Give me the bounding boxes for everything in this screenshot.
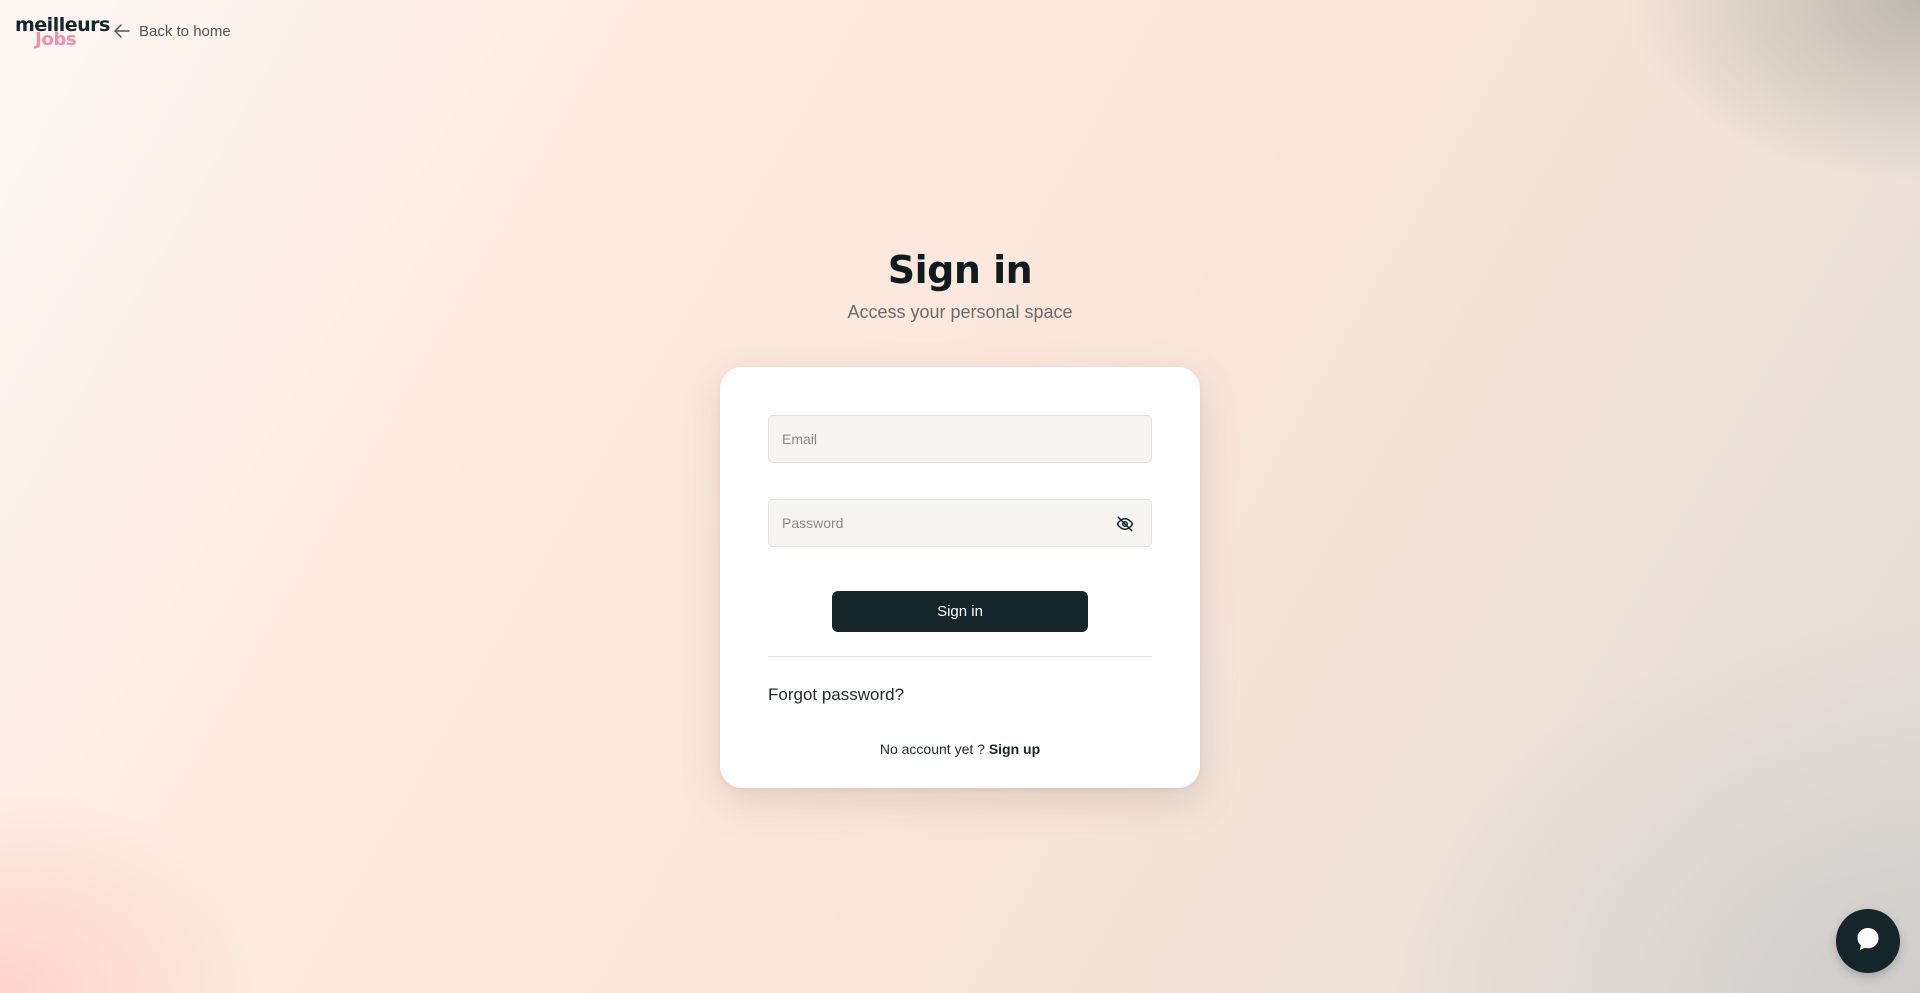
email-input[interactable] xyxy=(769,416,1151,462)
page-subtitle: Access your personal space xyxy=(847,302,1073,322)
password-input[interactable] xyxy=(769,500,1151,546)
logo-wordmark-bottom: Jobs xyxy=(35,29,77,50)
sign-up-link[interactable]: Sign up xyxy=(989,741,1040,757)
divider xyxy=(768,656,1152,657)
sign-in-button[interactable]: Sign in xyxy=(832,591,1088,632)
logo[interactable]: meilleurs Jobs xyxy=(15,12,110,50)
password-field-wrapper xyxy=(768,499,1152,547)
sign-in-card: Sign in Forgot password? No account yet … xyxy=(720,367,1200,788)
back-to-home-label: Back to home xyxy=(139,22,231,40)
chat-bubble-icon xyxy=(1854,925,1882,958)
arrow-left-icon xyxy=(113,22,131,40)
back-to-home-link[interactable]: Back to home xyxy=(113,22,231,40)
top-bar: meilleurs Jobs Back to home xyxy=(15,12,231,50)
forgot-password-link[interactable]: Forgot password? xyxy=(768,685,904,705)
no-account-text: No account yet ? xyxy=(879,741,985,757)
signup-prompt: No account yet ? Sign up xyxy=(768,741,1152,757)
eye-off-icon[interactable] xyxy=(1115,514,1135,534)
email-field-wrapper xyxy=(768,415,1152,463)
page-title: Sign in xyxy=(887,248,1033,292)
heading-block: Sign in Access your personal space xyxy=(0,248,1920,323)
chat-launcher-button[interactable] xyxy=(1836,909,1900,973)
